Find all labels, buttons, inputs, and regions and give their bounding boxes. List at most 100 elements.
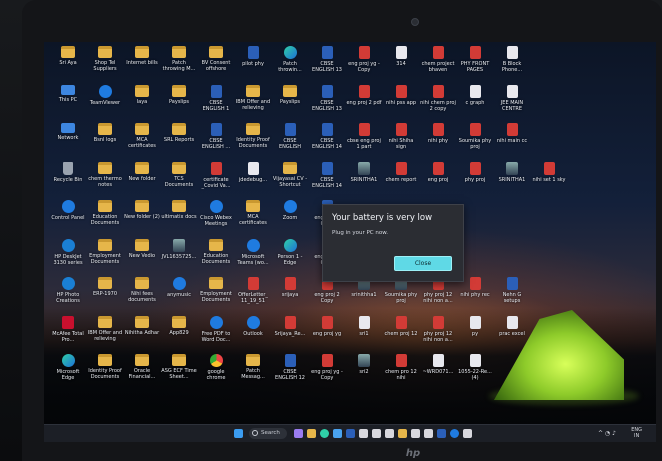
desktop-icon[interactable]: New folder [124,161,160,202]
desktop-icon[interactable]: prac excel [494,315,530,356]
desktop-icon[interactable]: TCS Documents [161,161,197,202]
desktop-icon[interactable]: eng proj yg [309,315,345,356]
desktop-icon[interactable]: Microsoft Teams (wo... [235,238,271,279]
desktop-icon[interactable]: eng proj yg - Copy [309,354,345,394]
desktop-icon[interactable]: Cisco Webex Meetings [198,200,234,240]
desktop-icon[interactable]: Nehn G setups [494,277,530,317]
desktop-icon[interactable]: Outlook [235,315,271,356]
document-taskbar-icon[interactable] [424,429,433,438]
desktop-icon[interactable]: ASG ECF Time Sheet... [161,354,197,394]
desktop-icon[interactable]: JEE MAIN CENTRE [494,84,530,125]
desktop-icon[interactable]: certificate _Covid Va... [198,161,234,202]
desktop-icon[interactable]: srijaya [272,277,308,317]
desktop-icon[interactable]: nihi phy [420,123,456,163]
desktop-icon[interactable]: phy proj [457,161,493,202]
desktop-icon[interactable]: SRINITHA1 [346,161,382,202]
desktop-icon[interactable]: Soumika phy proj [383,277,419,317]
file-explorer-icon[interactable] [307,429,316,438]
desktop-icon[interactable]: py [457,315,493,356]
desktop-icon[interactable]: CBSE ENGLISH 12 [272,354,308,394]
desktop-icon[interactable]: New folder (2) [124,200,160,240]
desktop-icon[interactable]: sri1 [346,315,382,356]
desktop-icon[interactable]: IBM Offer and relieving [235,84,271,125]
desktop-icon[interactable]: chem project bhaven [420,46,456,86]
language-indicator[interactable]: ENG IN [631,427,642,439]
desktop-icon[interactable]: HP Photo Creations [50,277,86,317]
desktop-icon[interactable]: Microsoft Edge [50,354,86,394]
desktop-icon[interactable]: Education Documents [198,238,234,279]
desktop-icon[interactable]: Nihi fees documents [124,277,160,317]
desktop-icon[interactable]: eng proj 2 Copy [309,277,345,317]
desktop-icon[interactable]: 314 [383,46,419,86]
desktop-icon[interactable]: OfferLetter_ 11_19_51 [235,277,271,317]
desktop-icon[interactable]: Bsnl logs [87,123,123,163]
desktop-icon[interactable]: App829 [161,315,197,356]
desktop-icon[interactable]: CBSE ENGLISH 1 [198,84,234,125]
desktop-icon[interactable]: Patch throwin... [272,46,308,86]
desktop-icon[interactable]: nihi pss app [383,84,419,125]
app-taskbar-icon[interactable] [450,429,459,438]
folder-taskbar-icon[interactable] [398,429,407,438]
desktop-icon[interactable]: eng proj 2 pdf [346,84,382,125]
desktop-icon[interactable]: laya [124,84,160,125]
desktop-icon[interactable]: CBSE ENGLISH 13 [309,84,345,125]
desktop-icon[interactable]: TeamViewer [87,84,123,125]
desktop-icon[interactable]: Identity Proof Documents [87,354,123,394]
desktop-icon[interactable]: JVL1635725... [161,238,197,279]
desktop-icon[interactable]: eng proj [420,161,456,202]
desktop-icon[interactable]: chem pro 12 nihi [383,354,419,394]
desktop-icon[interactable]: ~WRD071... [420,354,456,394]
desktop-icon[interactable]: jdedebug... [235,161,271,202]
desktop-icon[interactable]: c graph [457,84,493,125]
desktop-icon[interactable]: Identity Proof Documents [235,123,271,163]
desktop-icon[interactable]: nihi main cc [494,123,530,163]
desktop-icon[interactable]: Zoom [272,200,308,240]
word-taskbar-icon[interactable] [346,429,355,438]
desktop-icon[interactable]: nihi phy rec [457,277,493,317]
desktop-icon[interactable]: BV Consent offshore [198,46,234,86]
desktop-icon[interactable]: PHY FRONT PAGES [457,46,493,86]
desktop-icon[interactable]: CBSE ENGLISH 14 [309,123,345,163]
close-button[interactable]: Close [394,256,452,271]
desktop-icon[interactable]: phy proj 12 nihi non a... [420,277,456,317]
desktop-icon[interactable]: chem proj 12 [383,315,419,356]
document-taskbar-icon[interactable] [372,429,381,438]
desktop-icon[interactable]: Sri Aya [50,46,86,86]
task-view-icon[interactable] [294,429,303,438]
desktop-icon[interactable]: This PC [50,84,86,125]
desktop-icon[interactable]: B Block Phone... [494,46,530,86]
desktop-icon[interactable]: HP DeskJet 3130 series [50,238,86,279]
desktop-icon[interactable]: MCA certificates [235,200,271,240]
desktop-icon[interactable]: Recycle Bin [50,161,86,202]
taskbar-search[interactable]: Search [249,428,287,439]
desktop-icon[interactable]: Soumika phy proj [457,123,493,163]
desktop-icon[interactable]: Control Panel [50,200,86,240]
desktop-icon[interactable]: SRL Reports [161,123,197,163]
desktop-icon[interactable]: CBSE ENGLISH 14 [309,161,345,202]
desktop-icon[interactable]: Employment Documents [198,277,234,317]
desktop-icon[interactable]: 1055-22-Re... (4) [457,354,493,394]
desktop-icon[interactable]: ultimatix docs [161,200,197,240]
document-taskbar-icon[interactable] [463,429,472,438]
system-tray-icons[interactable]: ^ ◔ ♪ [598,430,618,437]
desktop-icon[interactable]: McAfee Total Pro... [50,315,86,356]
desktop-icon[interactable]: New Vedio [124,238,160,279]
desktop-icon[interactable]: sri2 [346,354,382,394]
edge-taskbar-icon[interactable] [320,429,329,438]
desktop-icon[interactable]: Nihitha Adhar [124,315,160,356]
desktop-icon[interactable]: cbse eng proj 1 part [346,123,382,163]
desktop-icon[interactable]: eng proj yg - Copy [346,46,382,86]
desktop-icon[interactable]: IBM Offer and relieving [87,315,123,356]
desktop-icon[interactable]: google chrome [198,354,234,394]
desktop-icon[interactable]: nihi Shiha sign [383,123,419,163]
document-taskbar-icon[interactable] [385,429,394,438]
desktop-icon[interactable]: Payslips [272,84,308,125]
document-taskbar-icon[interactable] [411,429,420,438]
desktop-icon[interactable]: phy proj 12 nihi non a... [420,315,456,356]
desktop-icon[interactable]: Free PDF to Word Doc... [198,315,234,356]
windows-start-icon[interactable] [234,429,243,438]
word-taskbar-icon[interactable] [437,429,446,438]
desktop-icon[interactable]: chem thermo notes [87,161,123,202]
desktop-icon[interactable]: Payslips [161,84,197,125]
desktop-icon[interactable]: Network [50,123,86,163]
